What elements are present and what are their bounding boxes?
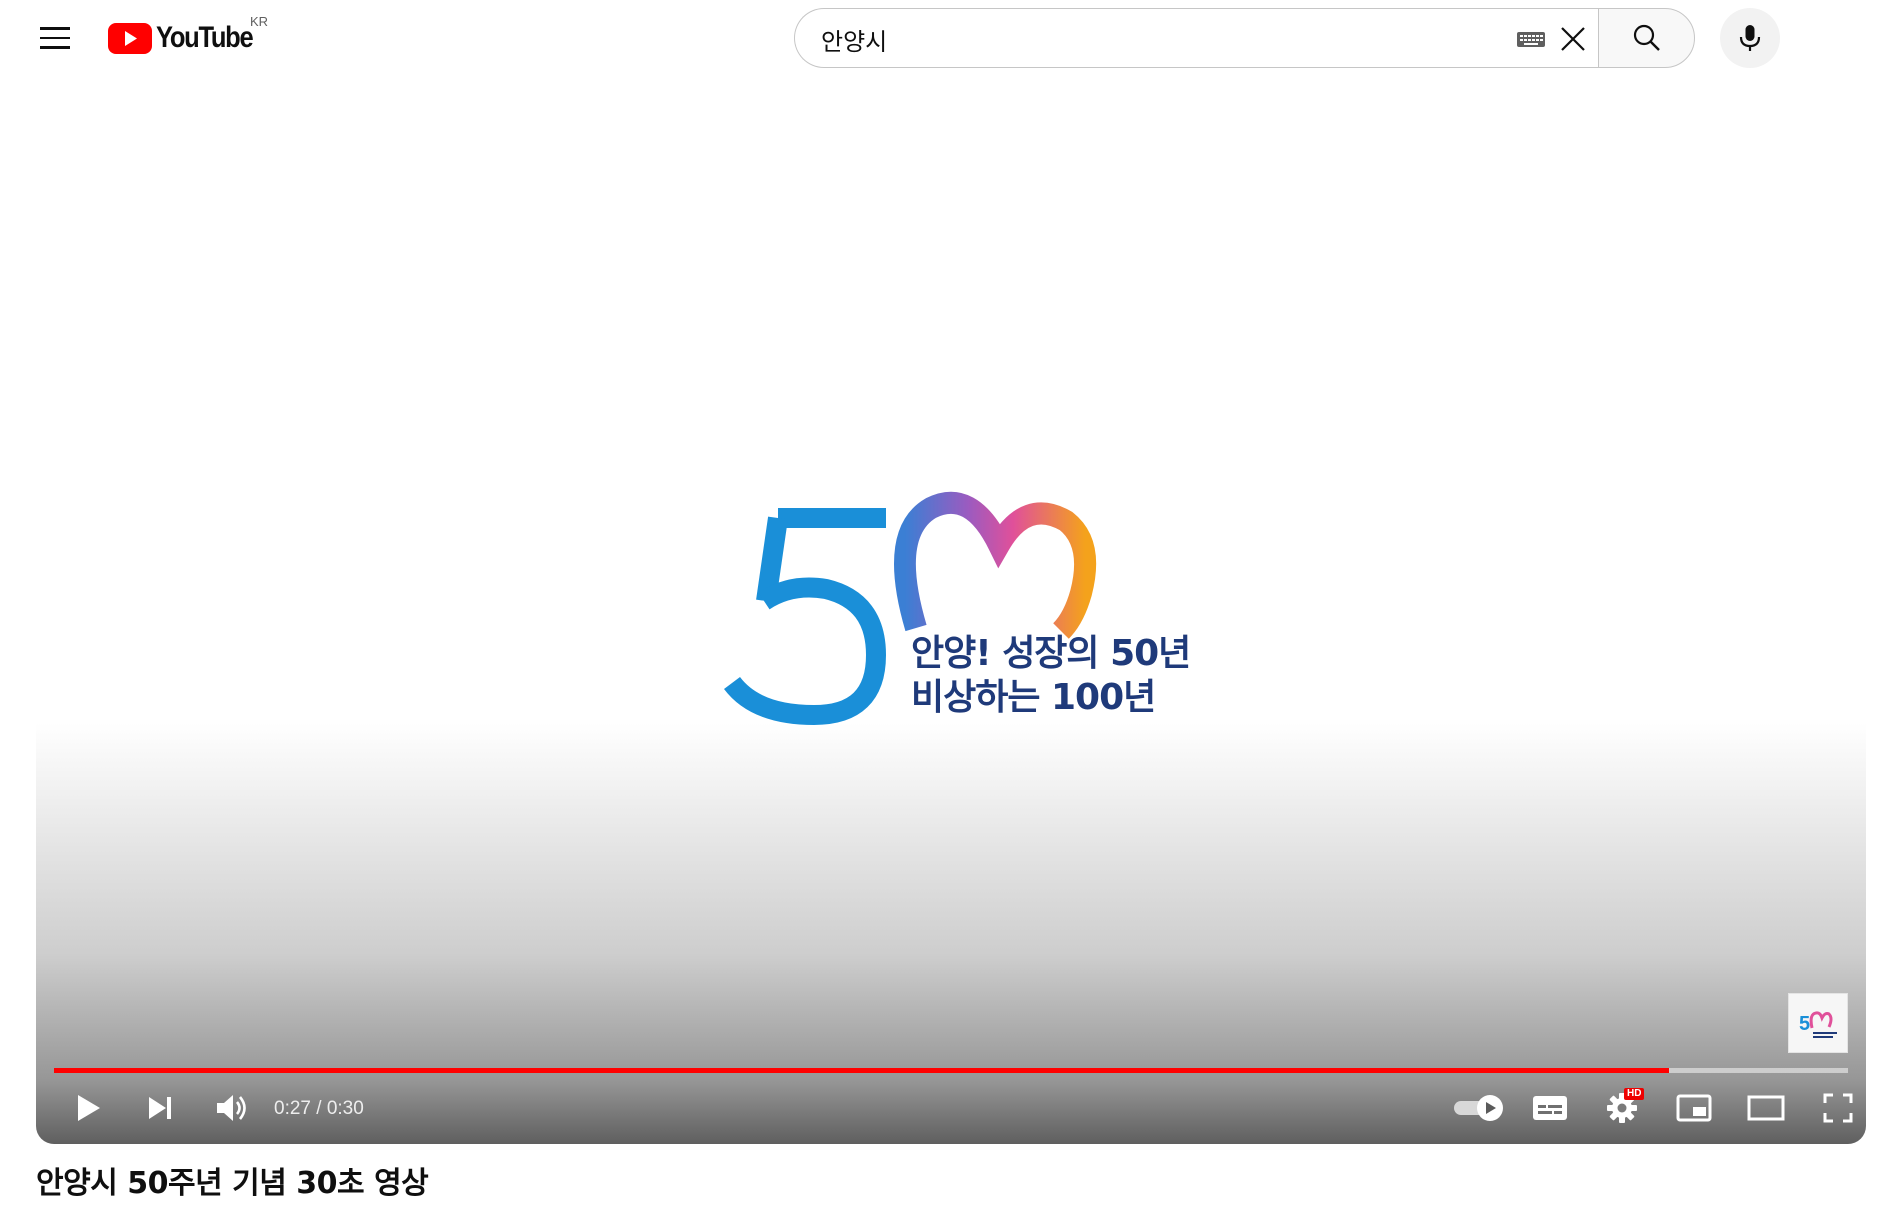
hd-badge: HD — [1624, 1088, 1645, 1100]
search-box[interactable] — [794, 8, 1598, 68]
anyang-50th-emblem: 안양! 성장의 50년 비상하는 100년 — [724, 491, 1191, 726]
subtitles-button[interactable] — [1524, 1082, 1576, 1134]
search-icon — [1633, 24, 1660, 51]
skip-next-icon — [149, 1097, 171, 1119]
play-icon — [78, 1095, 100, 1121]
emblem-line-1: 안양! 성장의 50년 — [911, 633, 1190, 674]
menu-button[interactable] — [31, 19, 77, 57]
search-input[interactable] — [819, 21, 1503, 57]
fullscreen-button[interactable] — [1812, 1082, 1864, 1134]
miniplayer-button[interactable] — [1668, 1082, 1720, 1134]
youtube-play-icon — [108, 22, 152, 54]
miniplayer-icon — [1676, 1094, 1712, 1122]
channel-watermark[interactable]: 5 — [1788, 993, 1848, 1053]
keyboard-icon[interactable] — [1516, 29, 1546, 49]
video-player[interactable]: 안양! 성장의 50년 비상하는 100년 5 0:27 / 0:30 HD — [36, 93, 1866, 1144]
hamburger-icon-line — [40, 46, 70, 49]
time-display: 0:27 / 0:30 — [274, 1098, 364, 1119]
top-bar: YouTube KR — [0, 0, 1894, 80]
autoplay-toggle[interactable] — [1448, 1082, 1512, 1134]
voice-search-button[interactable] — [1720, 8, 1780, 68]
settings-button[interactable]: HD — [1596, 1082, 1648, 1134]
country-code: KR — [250, 14, 269, 29]
close-icon[interactable] — [1557, 23, 1589, 55]
hamburger-icon-line — [40, 27, 70, 30]
microphone-icon — [1739, 25, 1761, 51]
next-button[interactable] — [134, 1082, 186, 1134]
youtube-logo[interactable]: YouTube — [108, 19, 269, 57]
theater-mode-button[interactable] — [1740, 1082, 1792, 1134]
subtitles-icon — [1533, 1096, 1567, 1120]
search-button[interactable] — [1598, 8, 1695, 68]
hamburger-icon-line — [40, 36, 70, 40]
emblem-line-2: 비상하는 100년 — [911, 677, 1155, 718]
theater-mode-icon — [1747, 1095, 1785, 1121]
volume-icon — [217, 1095, 246, 1121]
logo-wordmark: YouTube — [156, 21, 254, 54]
progress-bar[interactable] — [54, 1068, 1848, 1073]
play-button[interactable] — [62, 1082, 114, 1134]
watermark-logo-icon: 5 — [1799, 1011, 1837, 1038]
progress-bar-played — [54, 1068, 1669, 1073]
player-controls: 0:27 / 0:30 HD — [36, 1078, 1866, 1144]
svg-text:5: 5 — [1799, 1013, 1810, 1035]
fullscreen-icon — [1823, 1093, 1853, 1123]
video-title: 안양시 50주년 기념 30초 영상 — [36, 1166, 429, 1201]
autoplay-toggle-icon — [1454, 1095, 1503, 1121]
volume-button[interactable] — [206, 1082, 258, 1134]
